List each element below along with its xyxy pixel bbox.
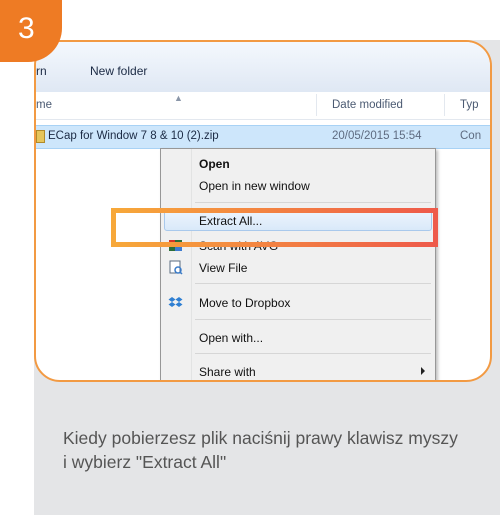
menu-item-move-to-dropbox[interactable]: Move to Dropbox [161, 292, 435, 314]
instruction-caption: Kiedy pobierzesz plik naciśnij prawy kla… [63, 428, 458, 472]
column-date-modified[interactable]: Date modified [332, 99, 403, 111]
column-separator [316, 94, 317, 116]
extract-all-highlight-box [111, 208, 438, 247]
file-date: 20/05/2015 15:54 [332, 130, 422, 142]
column-name[interactable]: me [36, 99, 52, 111]
column-header: me ▲ Date modified Typ [36, 92, 490, 120]
column-separator [444, 94, 445, 116]
file-name: ECap for Window 7 8 & 10 (2).zip [48, 130, 219, 142]
menu-separator [195, 319, 431, 320]
menu-item-open-with[interactable]: Open with... [161, 327, 435, 349]
menu-separator [195, 202, 431, 203]
menu-item-label: Share with [199, 365, 256, 379]
menu-separator [195, 283, 431, 284]
zip-file-icon [36, 130, 45, 143]
menu-item-share-with[interactable]: Share with [161, 361, 435, 380]
menu-item-open[interactable]: Open [161, 153, 435, 175]
menu-item-label: Open [199, 157, 230, 171]
menu-item-open-new-window[interactable]: Open in new window [161, 175, 435, 197]
explorer-toolbar: rn New folder [36, 42, 490, 93]
menu-separator [195, 353, 431, 354]
toolbar-item-partial[interactable]: rn [36, 64, 47, 78]
menu-item-label: Open in new window [199, 179, 310, 193]
file-type: Con [460, 130, 482, 142]
menu-item-view-file[interactable]: View File [161, 257, 435, 279]
menu-item-label: View File [199, 261, 248, 275]
submenu-arrow-icon [421, 367, 425, 375]
context-menu: Open Open in new window Extract All... S… [160, 148, 436, 380]
new-folder-button[interactable]: New folder [90, 64, 147, 78]
menu-item-label: Move to Dropbox [199, 296, 291, 310]
sort-arrow-icon: ▲ [174, 93, 183, 103]
dropbox-icon [168, 295, 183, 310]
menu-item-label: Open with... [199, 331, 264, 345]
view-file-icon [168, 260, 183, 275]
column-type[interactable]: Typ [460, 99, 479, 111]
step-number: 3 [18, 12, 35, 45]
file-row-selected[interactable]: ECap for Window 7 8 & 10 (2).zip 20/05/2… [36, 125, 490, 149]
